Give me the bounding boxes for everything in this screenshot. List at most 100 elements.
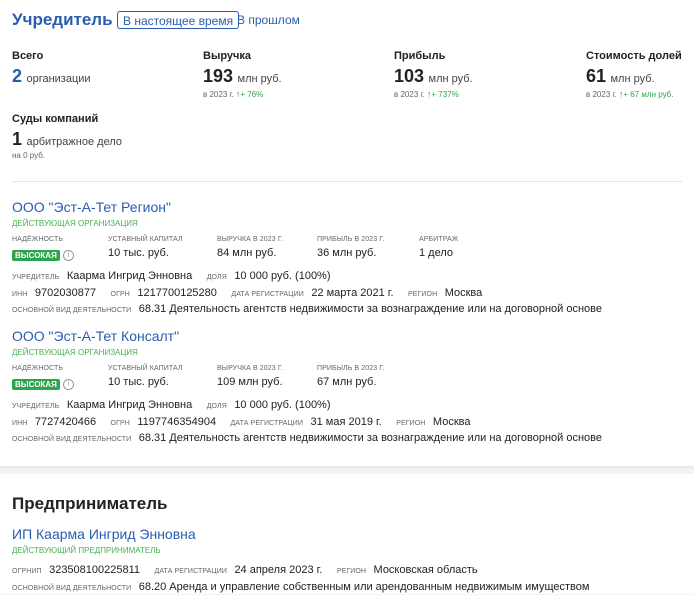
profit-unit: млн руб. xyxy=(428,73,473,85)
reg-date-value: 24 апреля 2023 г. xyxy=(234,564,323,576)
ogrnip-value: 323508100225811 xyxy=(49,564,141,576)
capital-label: Уставный капитал xyxy=(108,365,183,372)
entrepreneur-name-link[interactable]: ИП Каарма Ингрид Энновна xyxy=(12,526,196,542)
capital-value: 10 тыс. руб. xyxy=(108,376,169,388)
revenue-change-row: в 2023 г. ↑+ 76% xyxy=(203,89,263,99)
org-profit-value: 36 млн руб. xyxy=(317,247,377,259)
inn-label: ИНН xyxy=(12,420,28,427)
revenue-change: + 76% xyxy=(240,90,264,99)
entrepreneur-activity-row: Основной вид деятельности 68.20 Аренда и… xyxy=(12,577,589,595)
inn-value: 9702030877 xyxy=(34,287,97,299)
entrepreneur-status: Действующий предприниматель xyxy=(12,546,161,555)
total-value[interactable]: 2 xyxy=(12,66,22,86)
reliability-label: Надёжность xyxy=(12,365,64,372)
share-label: Доля xyxy=(206,403,227,410)
founder-row: Учредитель Каарма Ингрид Энновна Доля 10… xyxy=(12,395,331,413)
founder-card: Учредитель В настоящее время В прошлом В… xyxy=(0,0,694,466)
inn-label: ИНН xyxy=(12,291,28,298)
share-value-unit: млн руб. xyxy=(610,73,655,85)
share-value-change-row: в 2023 г. ↑+ 67 млн руб. xyxy=(586,89,673,99)
region-label: Регион xyxy=(336,568,367,575)
reliability-row: Высокая i xyxy=(12,376,74,394)
region-value: Московская область xyxy=(373,564,478,576)
ogrnip-label: ОГРНИП xyxy=(12,568,42,575)
org-revenue-value: 109 млн руб. xyxy=(217,376,283,388)
info-icon[interactable]: i xyxy=(62,250,74,262)
revenue-stat: 193 млн руб. xyxy=(203,66,282,87)
founder-field-value[interactable]: Каарма Ингрид Энновна xyxy=(67,270,192,282)
total-stat[interactable]: 2 организации xyxy=(12,66,91,87)
reg-date-value: 22 марта 2021 г. xyxy=(311,287,394,299)
org-revenue-label: Выручка в 2023 г. xyxy=(217,236,283,243)
profit-change-row: в 2023 г. ↑+ 737% xyxy=(394,89,459,99)
share-value-change: + 67 млн руб. xyxy=(623,90,674,99)
reg-date-label: Дата регистрации xyxy=(230,420,304,427)
founder-field-value[interactable]: Каарма Ингрид Энновна xyxy=(67,399,192,411)
ogrn-label: ОГРН xyxy=(110,291,130,298)
reg-date-label: Дата регистрации xyxy=(231,291,304,298)
entrepreneur-card: Предприниматель ИП Каарма Ингрид Энновна… xyxy=(0,474,694,594)
org-profit-label: Прибыль в 2023 г. xyxy=(317,236,385,243)
profit-stat: 103 млн руб. xyxy=(394,66,473,87)
activity-row: Основной вид деятельности 68.31 Деятельн… xyxy=(12,428,602,446)
revenue-value: 193 xyxy=(203,66,234,86)
reliability-label: Надёжность xyxy=(12,236,64,243)
activity-value: 68.31 Деятельность агентств недвижимости… xyxy=(138,303,603,315)
arbitration-value[interactable]: 1 дело xyxy=(419,247,453,259)
ogrn-value: 1217700125280 xyxy=(137,287,217,299)
total-unit: организации xyxy=(26,73,91,85)
org-revenue-label: Выручка в 2023 г. xyxy=(217,365,283,372)
share-value-value: 61 xyxy=(586,66,607,86)
org-profit-value: 67 млн руб. xyxy=(317,376,377,388)
share-value-year: в 2023 г. xyxy=(586,90,617,99)
region-label: Регион xyxy=(396,420,426,427)
tab-current[interactable]: В настоящее время xyxy=(117,11,240,29)
divider xyxy=(12,181,682,182)
founder-row: Учредитель Каарма Ингрид Энновна Доля 10… xyxy=(12,266,331,284)
entrepreneur-title: Предприниматель xyxy=(12,494,168,513)
ogrn-value: 1197746354904 xyxy=(137,416,217,428)
courts-unit: арбитражное дело xyxy=(26,136,122,148)
founder-title: Учредитель xyxy=(12,10,113,29)
region-label: Регион xyxy=(407,291,438,298)
profit-year: в 2023 г. xyxy=(394,90,425,99)
revenue-label: Выручка xyxy=(203,50,252,62)
courts-stat[interactable]: 1 арбитражное дело xyxy=(12,129,122,150)
activity-value: 68.31 Деятельность агентств недвижимости… xyxy=(138,432,603,444)
profit-change: + 737% xyxy=(431,90,459,99)
org-name-link[interactable]: ООО "Эст-А-Тет Консалт" xyxy=(12,328,179,344)
entrepreneur-registry-row: ОГРНИП 323508100225811 Дата регистрации … xyxy=(12,560,478,578)
reliability-row: Высокая i xyxy=(12,247,74,265)
ogrn-label: ОГРН xyxy=(110,420,130,427)
total-label: Всего xyxy=(12,50,44,62)
profit-value: 103 xyxy=(394,66,425,86)
region-value: Москва xyxy=(444,287,483,299)
reg-date-value: 31 мая 2019 г. xyxy=(310,416,382,428)
arbitration-label: Арбитраж xyxy=(419,236,459,243)
share-value: 10 000 руб. (100%) xyxy=(234,270,331,282)
org-name-link[interactable]: ООО "Эст-А-Тет Регион" xyxy=(12,199,171,215)
founder-field-label: Учредитель xyxy=(12,274,60,281)
share-label: Доля xyxy=(206,274,227,281)
revenue-year: в 2023 г. xyxy=(203,90,234,99)
info-icon[interactable]: i xyxy=(62,379,74,391)
tab-past[interactable]: В прошлом xyxy=(232,11,305,29)
share-value-label: Стоимость долей xyxy=(586,50,682,62)
activity-label: Основной вид деятельности xyxy=(12,307,132,314)
capital-label: Уставный капитал xyxy=(108,236,183,243)
profit-label: Прибыль xyxy=(394,50,446,62)
capital-value: 10 тыс. руб. xyxy=(108,247,169,259)
reliability-badge: Высокая xyxy=(12,250,60,262)
org-status: Действующая организация xyxy=(12,219,138,228)
courts-value: 1 xyxy=(12,129,23,149)
activity-label: Основной вид деятельности xyxy=(12,436,132,443)
region-value: Москва xyxy=(432,416,471,428)
reliability-badge: Высокая xyxy=(12,379,60,391)
activity-value: 68.20 Аренда и управление собственным ил… xyxy=(138,581,590,593)
courts-sub: на 0 руб. xyxy=(12,151,46,160)
org-status: Действующая организация xyxy=(12,348,138,357)
activity-label: Основной вид деятельности xyxy=(12,585,132,592)
revenue-unit: млн руб. xyxy=(237,73,282,85)
inn-value: 7727420466 xyxy=(34,416,97,428)
org-profit-label: Прибыль в 2023 г. xyxy=(317,365,385,372)
